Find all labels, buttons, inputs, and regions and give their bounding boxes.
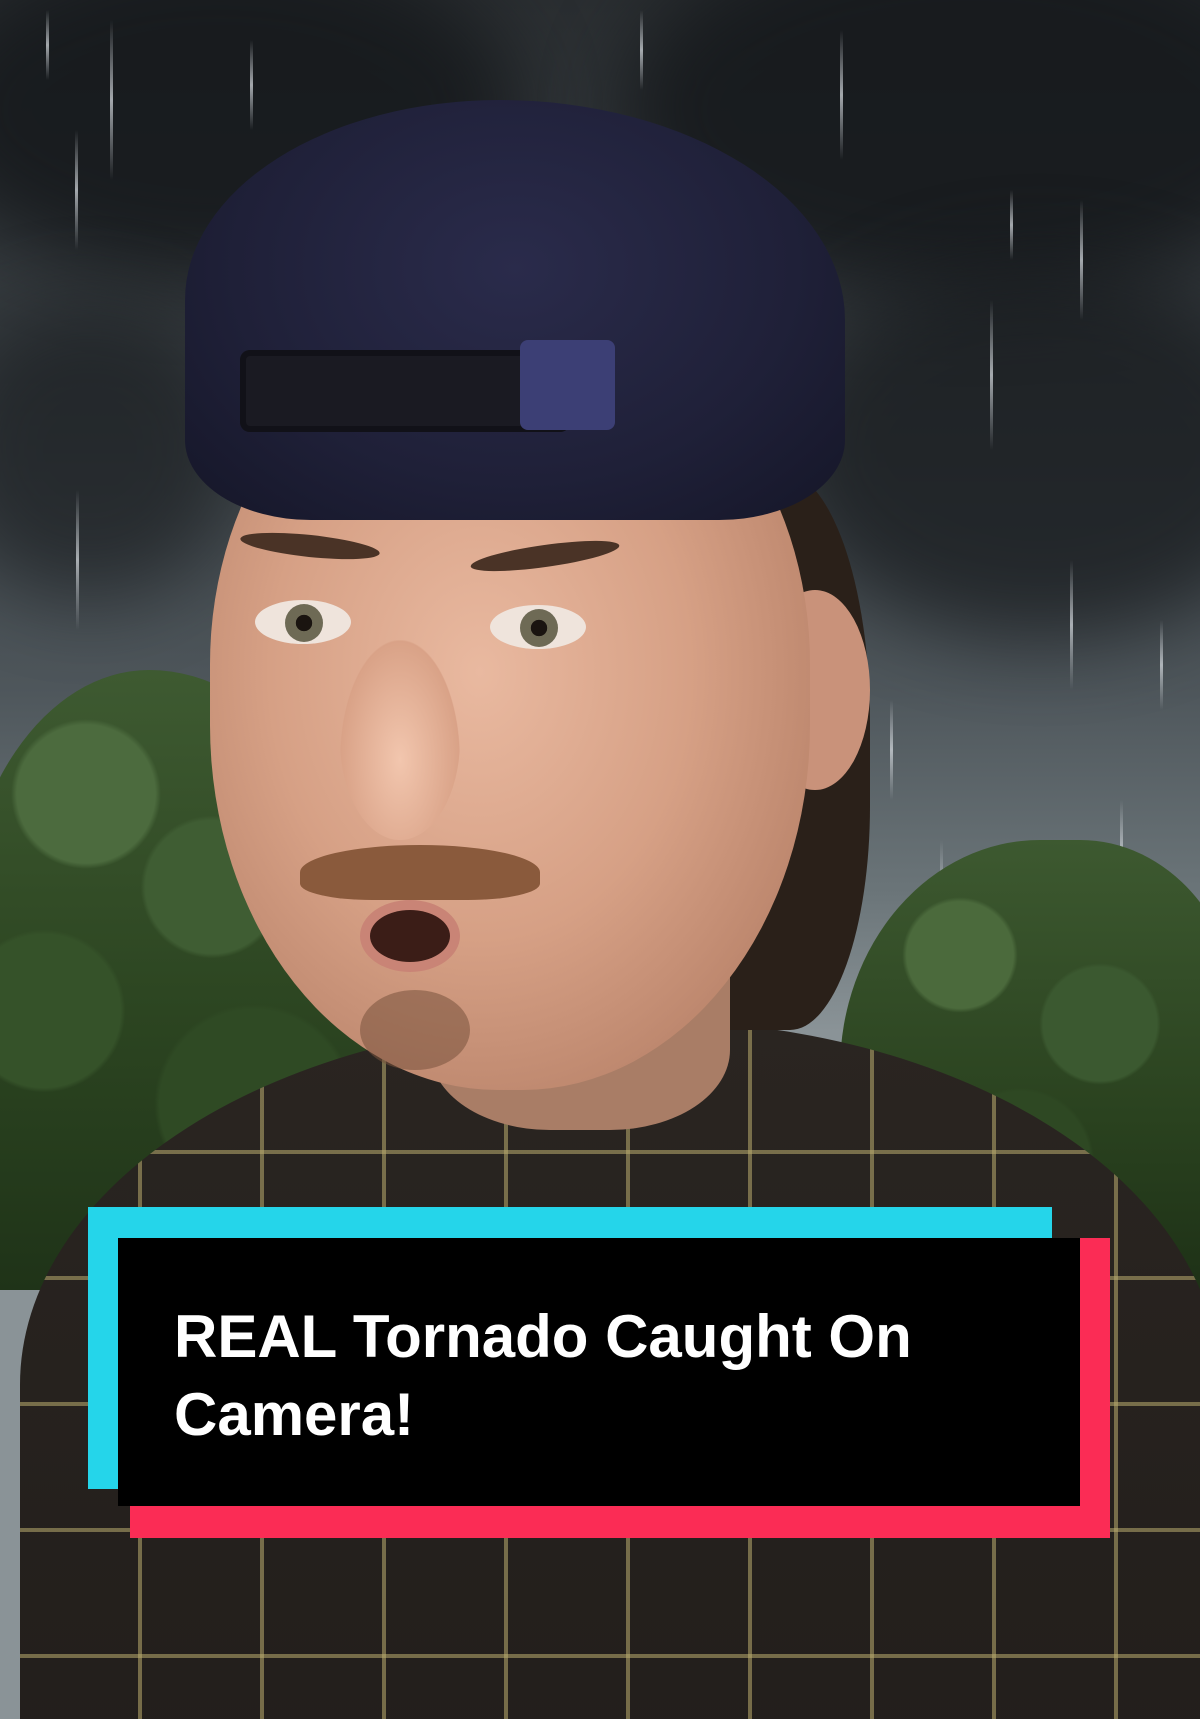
video-frame: REAL Tornado Caught On Camera! — [0, 0, 1200, 1719]
left-eye — [255, 600, 351, 644]
mustache — [300, 845, 540, 900]
chin-stubble — [360, 990, 470, 1070]
cap-strap-buckle — [520, 340, 615, 430]
caption-box: REAL Tornado Caught On Camera! — [118, 1238, 1080, 1506]
right-eye — [490, 605, 586, 649]
mouth — [370, 910, 450, 962]
video-caption: REAL Tornado Caught On Camera! — [174, 1303, 912, 1448]
nose — [340, 640, 460, 840]
